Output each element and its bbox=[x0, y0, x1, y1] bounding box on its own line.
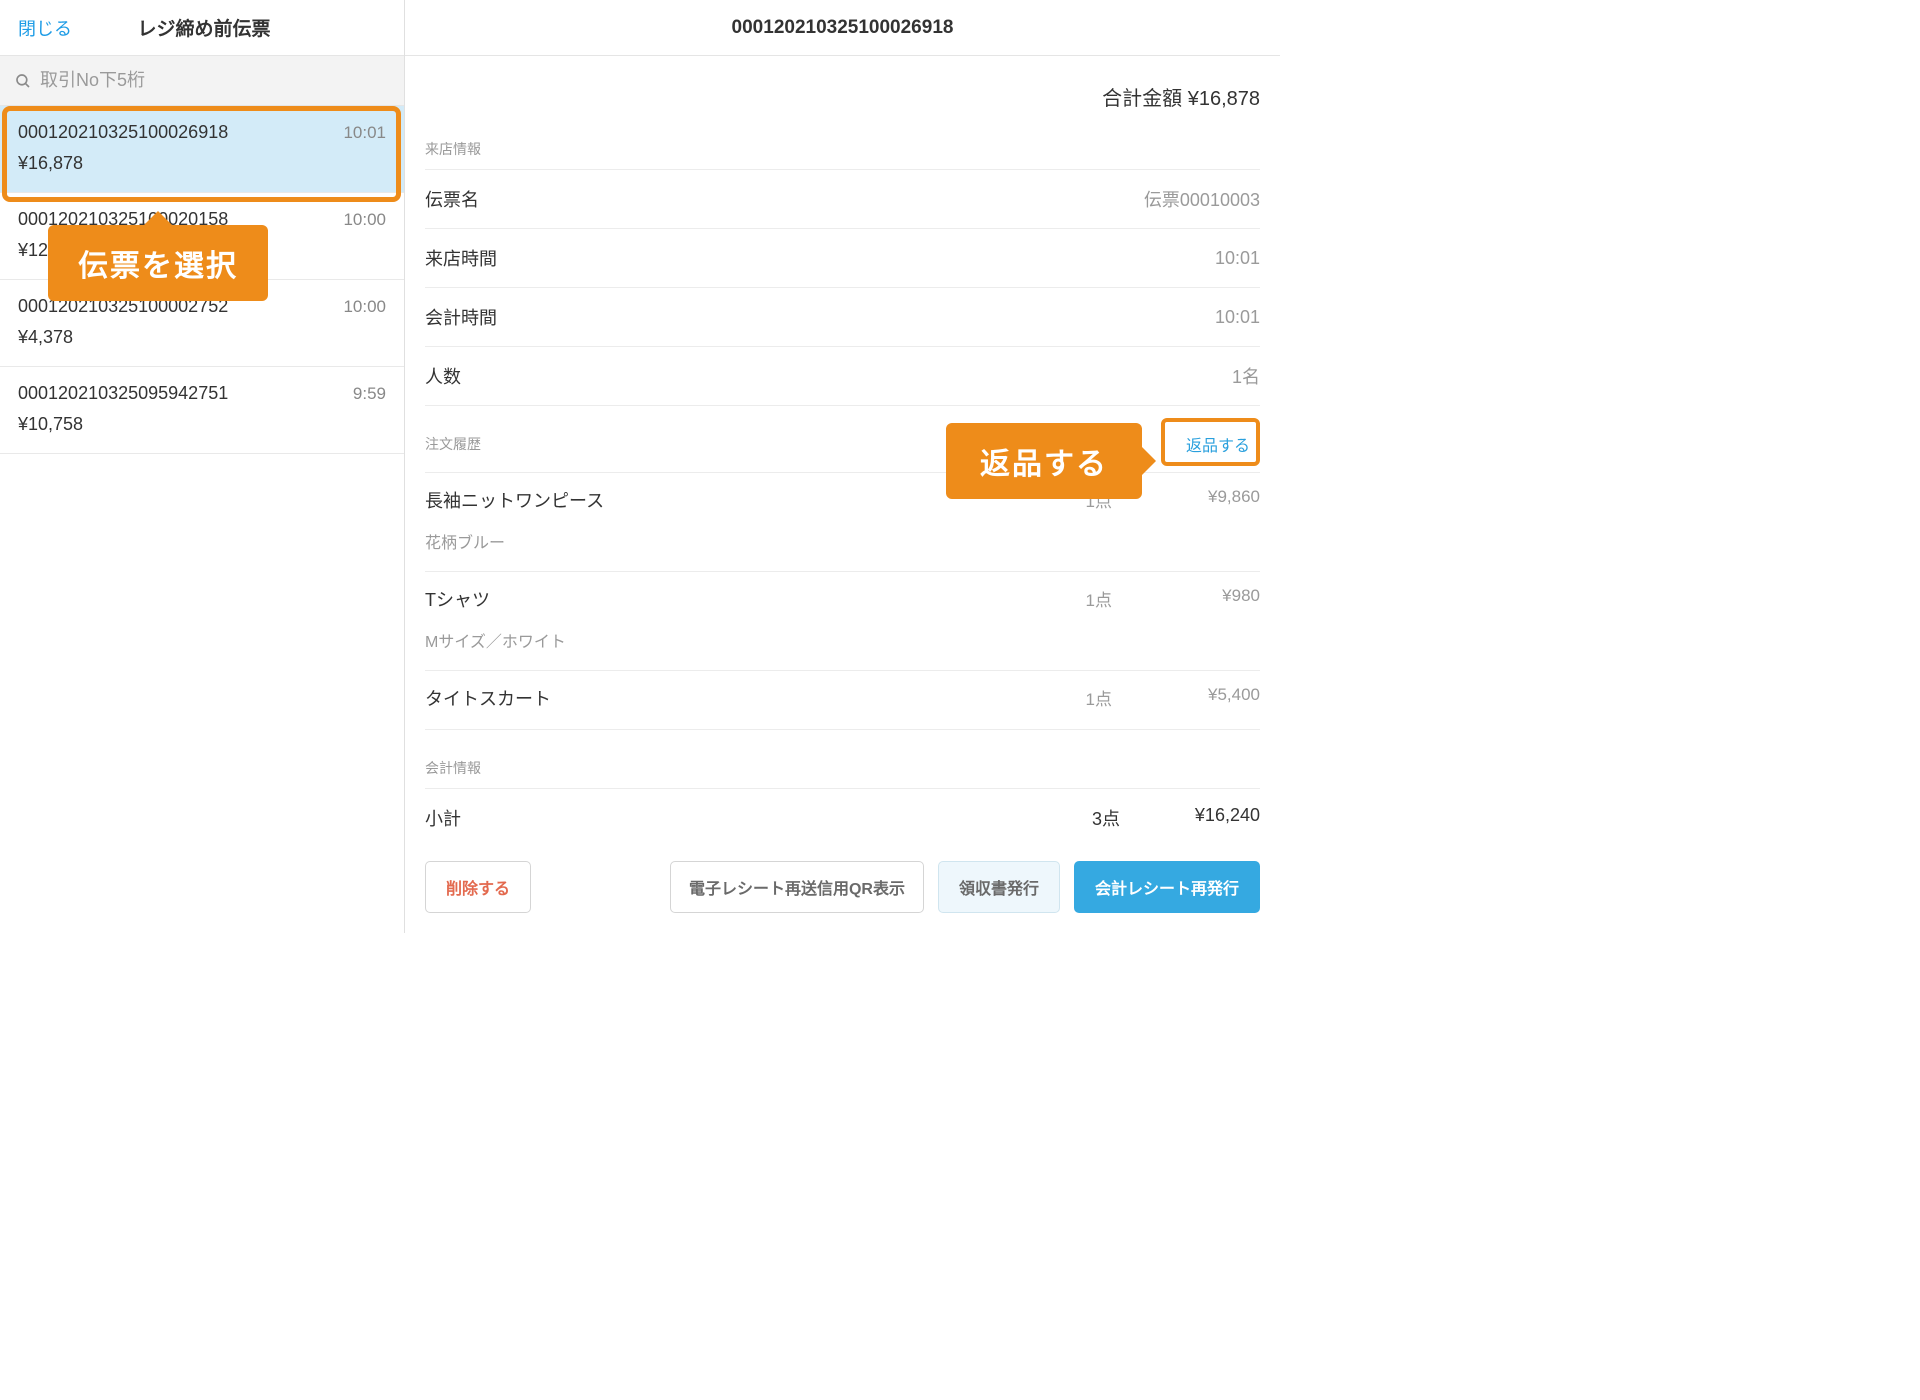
account-info-section: 会計情報 小計 3点 ¥16,240 外税計 ¥638 bbox=[425, 752, 1260, 841]
sidebar-title: レジ締め前伝票 bbox=[22, 14, 386, 41]
order-item-price: ¥980 bbox=[1120, 586, 1260, 606]
transaction-amount: ¥4,378 bbox=[18, 327, 386, 348]
visit-time-value: 10:01 bbox=[1215, 248, 1260, 269]
order-item-variant: Mサイズ／ホワイト bbox=[425, 628, 1260, 652]
search-icon bbox=[14, 72, 32, 90]
e-receipt-qr-button[interactable]: 電子レシート再送信用QR表示 bbox=[670, 861, 924, 913]
transaction-amount: ¥16,878 bbox=[18, 153, 386, 174]
total-line: 合計金額 ¥16,878 bbox=[425, 56, 1260, 133]
subtotal-amount: ¥16,240 bbox=[1120, 805, 1260, 831]
main-panel: 000120210325100026918 合計金額 ¥16,878 来店情報 … bbox=[405, 0, 1280, 933]
order-history-section-label: 注文履歴 bbox=[425, 434, 481, 454]
order-item-variant: 花柄ブルー bbox=[425, 529, 1260, 553]
transaction-time: 9:59 bbox=[353, 384, 386, 404]
detail-body: 合計金額 ¥16,878 来店情報 伝票名 伝票00010003 来店時間 10… bbox=[405, 56, 1280, 841]
annotation-callout-return: 返品する bbox=[946, 423, 1142, 499]
order-item-name: タイトスカート bbox=[425, 685, 1004, 711]
app-root: 閉じる レジ締め前伝票 000120210325100026918 10:01 … bbox=[0, 0, 1280, 933]
detail-header: 000120210325100026918 bbox=[405, 0, 1280, 56]
annotation-callout-select-slip: 伝票を選択 bbox=[48, 225, 268, 301]
subtotal-qty: 3点 bbox=[1020, 805, 1120, 831]
order-item: タイトスカート 1点 ¥5,400 bbox=[425, 670, 1260, 730]
transaction-amount: ¥10,758 bbox=[18, 414, 386, 435]
total-value: ¥16,878 bbox=[1188, 88, 1260, 110]
checkout-time-value: 10:01 bbox=[1215, 307, 1260, 328]
row-slip-name: 伝票名 伝票00010003 bbox=[425, 169, 1260, 228]
issue-receipt-button[interactable]: 領収書発行 bbox=[938, 861, 1060, 913]
footer-actions: 削除する 電子レシート再送信用QR表示 領収書発行 会計レシート再発行 bbox=[405, 841, 1280, 933]
order-history-section: 注文履歴 返品する 長袖ニットワンピース 1点 ¥9,860 花柄ブルー Tシャ… bbox=[425, 426, 1260, 730]
order-item-qty: 1点 bbox=[1012, 685, 1112, 710]
slip-name-value: 伝票00010003 bbox=[1144, 186, 1260, 212]
sidebar: 閉じる レジ締め前伝票 000120210325100026918 10:01 … bbox=[0, 0, 405, 933]
transaction-item[interactable]: 000120210325100026918 10:01 ¥16,878 bbox=[0, 106, 404, 193]
order-item-price: ¥5,400 bbox=[1120, 685, 1260, 705]
order-item-name: Tシャツ bbox=[425, 586, 1004, 612]
guests-label: 人数 bbox=[425, 363, 461, 389]
row-visit-time: 来店時間 10:01 bbox=[425, 228, 1260, 287]
detail-header-id: 000120210325100026918 bbox=[732, 17, 954, 39]
reprint-receipt-button[interactable]: 会計レシート再発行 bbox=[1074, 861, 1260, 913]
guests-value: 1名 bbox=[1232, 363, 1260, 389]
checkout-time-label: 会計時間 bbox=[425, 304, 497, 330]
transaction-id: 000120210325100026918 bbox=[18, 122, 228, 143]
sidebar-header: 閉じる レジ締め前伝票 bbox=[0, 0, 404, 56]
order-item: Tシャツ 1点 ¥980 Mサイズ／ホワイト bbox=[425, 571, 1260, 670]
total-label: 合計金額 bbox=[1102, 88, 1182, 110]
visit-info-section-label: 来店情報 bbox=[425, 133, 1260, 169]
transaction-item[interactable]: 000120210325095942751 9:59 ¥10,758 bbox=[0, 367, 404, 454]
return-button[interactable]: 返品する bbox=[1176, 426, 1260, 462]
transaction-time: 10:01 bbox=[343, 123, 386, 143]
subtotal-label: 小計 bbox=[425, 805, 1020, 831]
transaction-id: 000120210325095942751 bbox=[18, 383, 228, 404]
order-item-qty: 1点 bbox=[1012, 586, 1112, 611]
search-bar[interactable] bbox=[0, 56, 404, 106]
transaction-time: 10:00 bbox=[343, 297, 386, 317]
order-item-name: 長袖ニットワンピース bbox=[425, 487, 1004, 513]
account-info-section-label: 会計情報 bbox=[425, 752, 1260, 788]
row-subtotal: 小計 3点 ¥16,240 bbox=[425, 788, 1260, 841]
row-checkout-time: 会計時間 10:01 bbox=[425, 287, 1260, 346]
row-guests: 人数 1名 bbox=[425, 346, 1260, 406]
slip-name-label: 伝票名 bbox=[425, 186, 479, 212]
search-input[interactable] bbox=[40, 70, 390, 91]
delete-button[interactable]: 削除する bbox=[425, 861, 531, 913]
transaction-time: 10:00 bbox=[343, 210, 386, 230]
visit-time-label: 来店時間 bbox=[425, 245, 497, 271]
